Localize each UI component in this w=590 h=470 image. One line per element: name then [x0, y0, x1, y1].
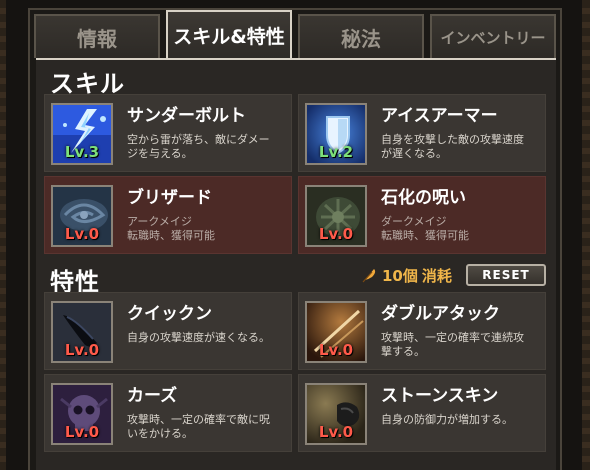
- tab-skills-traits[interactable]: スキル&特性: [166, 10, 292, 58]
- skill-card-petrify-curse[interactable]: Lv.0 石化の呪い ダークメイジ 転職時、獲得可能: [298, 176, 546, 254]
- trait-name: ストーンスキン: [381, 386, 499, 406]
- thunderbolt-icon: Lv.3: [51, 103, 113, 165]
- trait-name: カーズ: [127, 386, 178, 406]
- trait-level-label: Lv.0: [318, 341, 354, 359]
- skill-card-thunderbolt[interactable]: Lv.3 サンダーボルト 空から雷が落ち、敵にダメー ジを与える。: [44, 94, 292, 172]
- skill-description: 空から雷が落ち、敵にダメー ジを与える。: [127, 133, 270, 160]
- skill-card-blizzard[interactable]: Lv.0 ブリザード アークメイジ 転職時、獲得可能: [44, 176, 292, 254]
- skill-level-label: Lv.2: [318, 143, 354, 161]
- trait-card-curse[interactable]: Lv.0 カーズ 攻撃時、一定の確率で敵に呪 いをかける。: [44, 374, 292, 452]
- trait-level-label: Lv.0: [64, 341, 100, 359]
- cost-label: 消耗: [421, 266, 452, 285]
- trait-name: クイックン: [127, 304, 212, 324]
- ice-armor-icon: Lv.2: [305, 103, 367, 165]
- skill-level-label: Lv.0: [64, 225, 100, 243]
- curse-skull-icon: Lv.0: [51, 383, 113, 445]
- stone-skin-icon: Lv.0: [305, 383, 367, 445]
- trait-description: 自身の防御力が増加する。: [381, 413, 513, 426]
- cost-amount: 10個: [382, 266, 418, 285]
- skill-level-label: Lv.0: [318, 225, 354, 243]
- left-border-decoration: [0, 0, 6, 470]
- skill-requirement: アークメイジ 転職時、獲得可能: [127, 215, 215, 242]
- trait-level-label: Lv.0: [318, 423, 354, 441]
- skill-card-ice-armor[interactable]: Lv.2 アイスアーマー 自身を攻撃した敵の攻撃速度 が遅くなる。: [298, 94, 546, 172]
- trait-level-label: Lv.0: [64, 423, 100, 441]
- tab-bar: 情報 スキル&特性 秘法 インベントリー: [34, 10, 558, 58]
- quicken-icon: Lv.0: [51, 301, 113, 363]
- reset-cost: 10個 消耗: [360, 264, 452, 286]
- tab-inventory[interactable]: インベントリー: [430, 14, 556, 58]
- blizzard-icon: Lv.0: [51, 185, 113, 247]
- trait-name: ダブルアタック: [381, 304, 500, 324]
- skill-requirement: ダークメイジ 転職時、獲得可能: [381, 215, 469, 242]
- skill-name: 石化の呪い: [381, 188, 466, 208]
- skill-name: アイスアーマー: [381, 106, 498, 126]
- right-border-decoration: [582, 0, 590, 470]
- tab-info[interactable]: 情報: [34, 14, 160, 58]
- double-attack-icon: Lv.0: [305, 301, 367, 363]
- skill-level-label: Lv.3: [64, 143, 100, 161]
- reset-button[interactable]: RESET: [466, 264, 546, 286]
- skill-description: 自身を攻撃した敵の攻撃速度 が遅くなる。: [381, 133, 524, 160]
- trait-card-quicken[interactable]: Lv.0 クイックン 自身の攻撃速度が速くなる。: [44, 292, 292, 370]
- trait-description: 攻撃時、一定の確率で敵に呪 いをかける。: [127, 413, 270, 440]
- trait-card-double-attack[interactable]: Lv.0 ダブルアタック 攻撃時、一定の確率で連続攻 撃する。: [298, 292, 546, 370]
- trait-description: 自身の攻撃速度が速くなる。: [127, 331, 270, 344]
- skill-name: サンダーボルト: [127, 106, 246, 126]
- trait-description: 攻撃時、一定の確率で連続攻 撃する。: [381, 331, 524, 358]
- trait-card-stone-skin[interactable]: Lv.0 ストーンスキン 自身の防御力が増加する。: [298, 374, 546, 452]
- skill-name: ブリザード: [127, 188, 212, 208]
- tab-secret-arts[interactable]: 秘法: [298, 14, 424, 58]
- petrify-curse-icon: Lv.0: [305, 185, 367, 247]
- feather-icon: [362, 269, 376, 283]
